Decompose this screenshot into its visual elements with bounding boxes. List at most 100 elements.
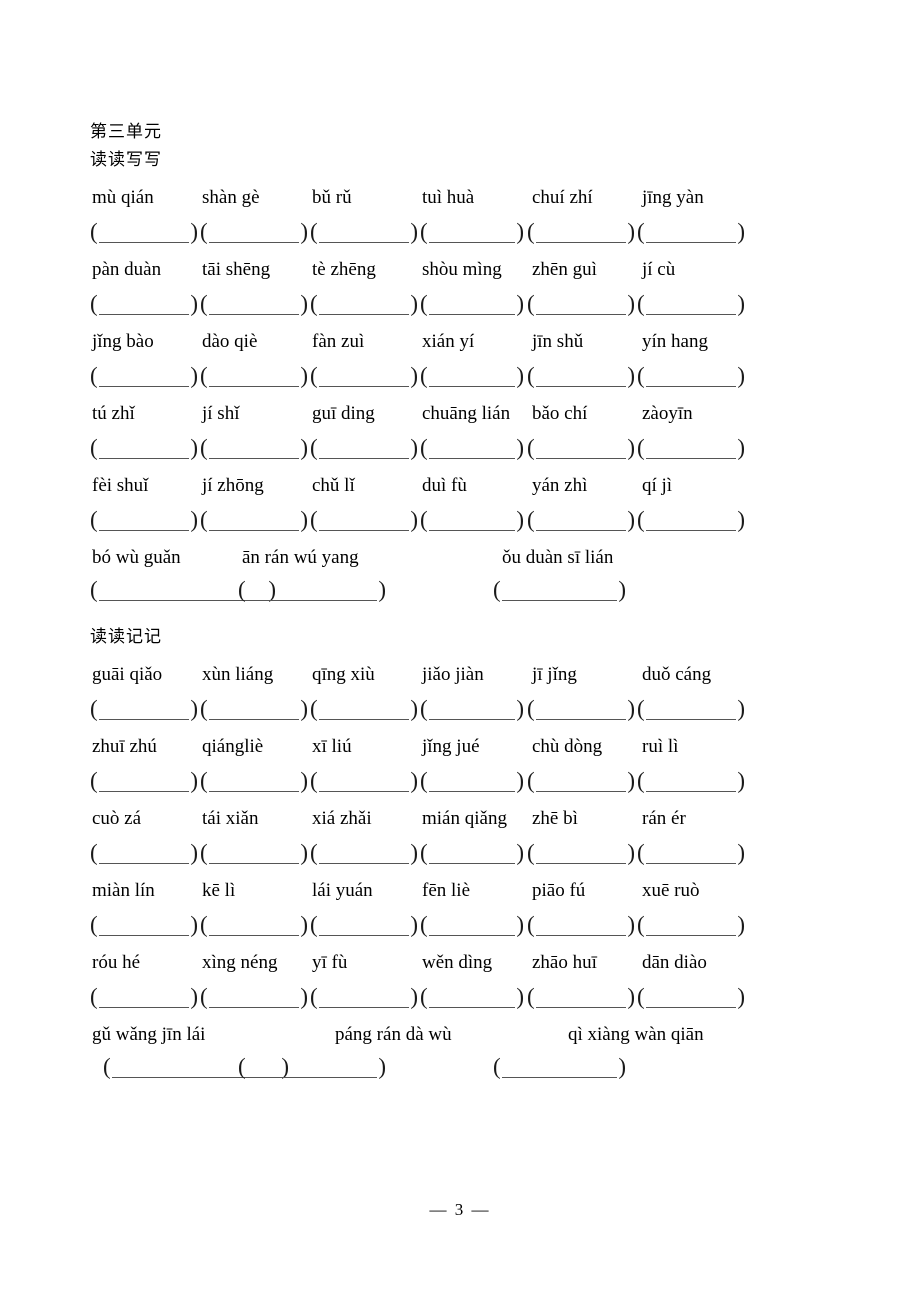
bracket-open: ( (420, 363, 428, 388)
answer-blank[interactable]: () (310, 289, 418, 321)
answer-blank[interactable]: () (90, 289, 198, 321)
bracket-open: ( (310, 696, 318, 721)
answer-blank[interactable]: () (527, 361, 635, 393)
pinyin-word: jiǎo jiàn (422, 664, 484, 685)
answer-blank[interactable]: () (420, 982, 524, 1014)
answer-blank[interactable]: () (310, 361, 418, 393)
answer-blank[interactable]: () (200, 361, 308, 393)
answer-blank[interactable]: () (200, 694, 308, 726)
answer-blank[interactable]: () (527, 766, 635, 798)
bracket-close: ) (516, 507, 524, 532)
answer-blank[interactable]: () (420, 289, 524, 321)
answer-blank[interactable]: () (527, 910, 635, 942)
pinyin-word: xùn liáng (202, 664, 274, 685)
answer-blank[interactable]: () (310, 982, 418, 1014)
bracket-close: ) (737, 984, 745, 1009)
answer-blank[interactable]: () (637, 505, 745, 537)
answer-rule (536, 242, 626, 243)
answer-rule (209, 458, 299, 459)
answer-blank[interactable]: () (238, 1052, 386, 1084)
answer-blank[interactable]: () (527, 433, 635, 465)
answer-blank[interactable]: () (238, 575, 386, 607)
answer-blank[interactable]: () (90, 433, 198, 465)
pinyin-word: ǒu duàn sī lián (502, 547, 614, 568)
answer-blank[interactable]: () (420, 766, 524, 798)
answer-blank[interactable]: () (527, 289, 635, 321)
answer-blank[interactable]: () (310, 910, 418, 942)
answer-blank[interactable]: () (90, 505, 198, 537)
answer-blank[interactable]: () (527, 505, 635, 537)
answer-blank[interactable]: () (200, 433, 308, 465)
answer-blank[interactable]: () (493, 575, 626, 607)
answer-blank[interactable]: () (310, 217, 418, 249)
answer-blank[interactable]: () (90, 766, 198, 798)
answer-blank[interactable]: () (310, 694, 418, 726)
answer-row: ()()()()()() (90, 982, 830, 1018)
answer-blank[interactable]: () (637, 361, 745, 393)
answer-blank[interactable]: () (637, 217, 745, 249)
answer-blank[interactable]: () (90, 694, 198, 726)
pinyin-word: qīng xiù (312, 664, 375, 685)
answer-blank[interactable]: () (527, 694, 635, 726)
pinyin-word: dān diào (642, 952, 707, 973)
bracket-open: ( (90, 363, 98, 388)
bracket-close: ) (516, 768, 524, 793)
pinyin-word: chǔ lǐ (312, 475, 355, 496)
answer-blank[interactable]: () (90, 217, 198, 249)
answer-rule (429, 935, 515, 936)
bracket-close: ) (627, 363, 635, 388)
answer-blank[interactable]: () (90, 838, 198, 870)
pinyin-word: jīn shǔ (532, 331, 584, 352)
answer-blank[interactable]: () (310, 505, 418, 537)
answer-rule (646, 314, 736, 315)
answer-blank[interactable]: () (637, 982, 745, 1014)
answer-blank[interactable]: () (310, 766, 418, 798)
bracket-close: ) (516, 219, 524, 244)
answer-blank[interactable]: () (420, 433, 524, 465)
bracket-open: ( (527, 291, 535, 316)
answer-rule (99, 791, 189, 792)
pinyin-word: duì fù (422, 475, 467, 496)
answer-blank[interactable]: () (637, 910, 745, 942)
answer-blank[interactable]: () (310, 433, 418, 465)
answer-blank[interactable]: () (90, 910, 198, 942)
answer-blank[interactable]: () (200, 838, 308, 870)
answer-blank[interactable]: () (420, 217, 524, 249)
bracket-open: ( (420, 435, 428, 460)
answer-blank[interactable]: () (200, 505, 308, 537)
answer-blank[interactable]: () (310, 838, 418, 870)
bracket-close: ) (300, 912, 308, 937)
answer-blank[interactable]: () (493, 1052, 626, 1084)
answer-blank[interactable]: () (637, 694, 745, 726)
pinyin-word: ān rán wú yang (242, 547, 359, 568)
answer-blank[interactable]: () (420, 910, 524, 942)
bracket-close: ) (516, 363, 524, 388)
answer-blank[interactable]: () (637, 289, 745, 321)
answer-blank[interactable]: () (527, 217, 635, 249)
answer-blank[interactable]: () (200, 289, 308, 321)
answer-blank[interactable]: () (420, 361, 524, 393)
answer-blank[interactable]: () (200, 217, 308, 249)
answer-blank[interactable]: () (90, 982, 198, 1014)
bracket-open: ( (200, 696, 208, 721)
answer-blank[interactable]: () (637, 838, 745, 870)
answer-blank[interactable]: () (637, 433, 745, 465)
pinyin-word: yī fù (312, 952, 348, 973)
bracket-close: ) (627, 840, 635, 865)
answer-blank[interactable]: () (420, 694, 524, 726)
pinyin-word: zhāo huī (532, 952, 597, 973)
answer-blank[interactable]: () (637, 766, 745, 798)
answer-blank[interactable]: () (90, 361, 198, 393)
answer-blank[interactable]: () (527, 982, 635, 1014)
answer-blank[interactable]: () (200, 910, 308, 942)
answer-blank[interactable]: () (200, 766, 308, 798)
answer-blank[interactable]: () (420, 838, 524, 870)
worksheet-content: 第三单元 读读写写 mù qián shàn gè bǔ rǔ tuì huà chuí… (90, 118, 830, 1088)
bracket-close: ) (300, 291, 308, 316)
pinyin-word: dào qiè (202, 331, 258, 352)
answer-rule (429, 242, 515, 243)
answer-blank[interactable]: () (527, 838, 635, 870)
answer-blank[interactable]: () (420, 505, 524, 537)
answer-blank[interactable]: () (200, 982, 308, 1014)
bracket-close: ) (410, 912, 418, 937)
